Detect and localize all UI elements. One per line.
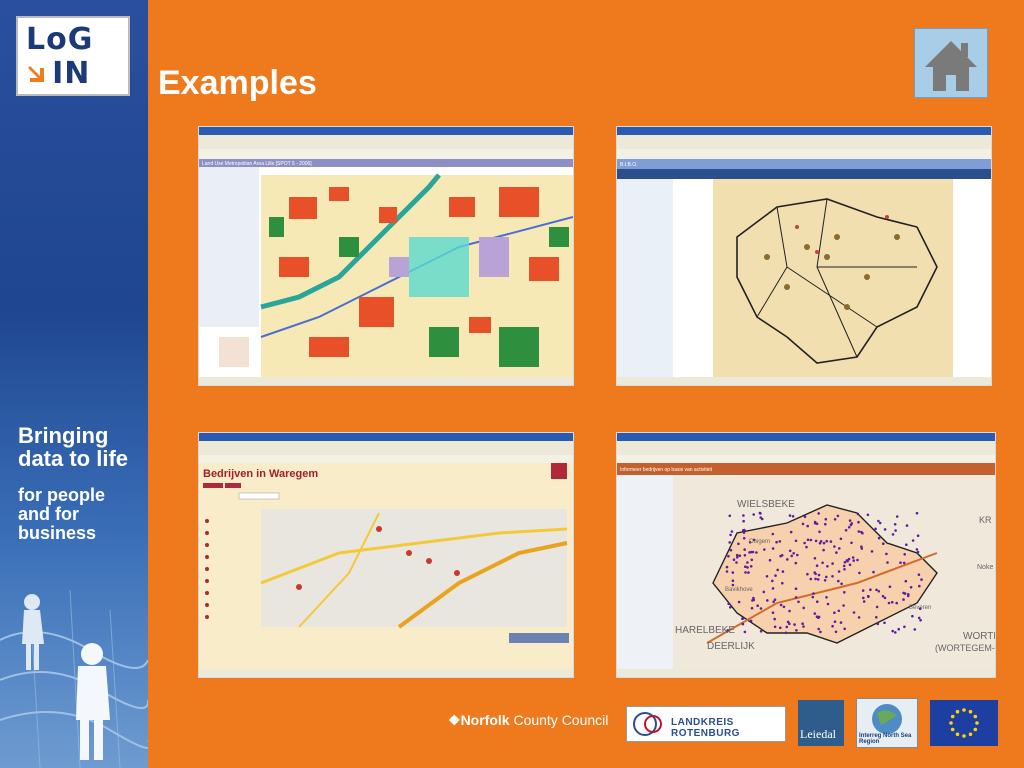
eu-flag-logo [930, 700, 998, 746]
login-logo: LoG ↘IN [16, 16, 130, 96]
app-title: Informeer bedrijven op basis van activit… [620, 467, 713, 473]
map-label-kr: KR [979, 515, 992, 525]
map-label-bavikhove: Bavikhove [725, 587, 753, 593]
screenshot-bibo-map: B.I.B.O. [616, 126, 992, 386]
map-label-beveren: Beveren [909, 605, 931, 611]
screenshot-landuse-map: Land Use Metropolitan Area Lille [SPOT 5… [198, 126, 574, 386]
people-illustration [0, 589, 148, 768]
app-title: Bedrijven in Waregem [203, 468, 318, 480]
rotenburg-emblem-icon [633, 712, 662, 736]
map-label-harelbeke: HARELBEKE [675, 625, 735, 636]
home-icon [925, 41, 977, 91]
screenshot-waregem-map: Bedrijven in Waregem [198, 432, 574, 678]
tagline-primary: Bringing data to life [18, 423, 129, 472]
logo-line1: LoG [26, 22, 94, 57]
tagline-secondary: for people and for business [18, 485, 106, 543]
norfolk-logo: ❖Norfolk County Council [448, 712, 609, 728]
page-title: Examples [158, 64, 317, 102]
left-sidebar: LoG ↘IN Bringing data to life for people… [0, 0, 148, 768]
map-label-ooigem: Ooigem [749, 539, 770, 545]
eu-stars-icon [949, 708, 979, 738]
home-button[interactable] [914, 28, 988, 98]
map-label-nok: Noke [977, 564, 993, 571]
leiedal-logo: Leiedal [798, 700, 844, 746]
screenshot-company-points-map: Informeer bedrijven op basis van activit… [616, 432, 996, 678]
interreg-logo: Interreg North Sea Region [856, 698, 918, 748]
rotenburg-logo: LANDKREIS ROTENBURG [626, 706, 786, 742]
map-label-wielsbeke: WIELSBEKE [737, 499, 795, 510]
app-title: B.I.B.O. [620, 162, 638, 168]
app-title: Land Use Metropolitan Area Lille [SPOT 5… [202, 161, 312, 167]
map-label-wortegem: (WORTEGEM-P [935, 643, 995, 653]
map-label-deerlijk: DEERLIJK [707, 641, 755, 652]
map-label-worte: WORTE [963, 631, 995, 642]
logo-arrow-icon [28, 66, 44, 82]
